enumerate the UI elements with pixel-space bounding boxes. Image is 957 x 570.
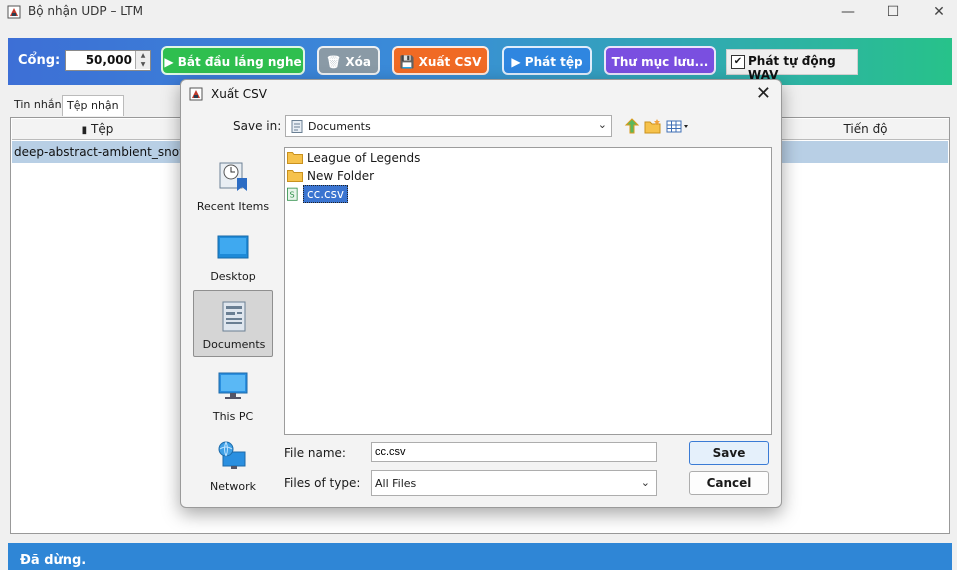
recent-items-icon: [219, 162, 247, 191]
title-bar: Bộ nhận UDP – LTM — ☐ ✕: [0, 0, 957, 24]
toolbar: Cổng: 50,000 ▲ ▼ ▶ Bắt đầu lắng nghe 🗑 X…: [8, 38, 952, 85]
checkbox-check-icon[interactable]: ✔: [731, 55, 745, 69]
play-file-button[interactable]: ▶ Phát tệp: [502, 46, 592, 75]
place-label: Network: [210, 480, 256, 493]
file-column-icon: ▮: [81, 125, 88, 136]
place-this-pc[interactable]: This PC: [193, 366, 273, 432]
list-item-selected[interactable]: S cc.csv: [287, 185, 348, 203]
maximize-button[interactable]: ☐: [878, 2, 908, 22]
spinner-up-button[interactable]: ▲: [135, 51, 150, 60]
autoplay-wav-label: Phát tự động WAV: [748, 54, 836, 82]
folder-icon: [287, 152, 303, 164]
clear-button[interactable]: 🗑 Xóa: [317, 46, 380, 75]
chevron-down-icon: ⌄: [640, 476, 650, 489]
place-label: Documents: [202, 338, 266, 351]
java-app-icon: [7, 5, 21, 19]
csv-file-icon: S: [287, 187, 298, 201]
place-recent-items[interactable]: Recent Items: [193, 156, 273, 222]
window-title: Bộ nhận UDP – LTM: [28, 4, 143, 18]
place-label: This PC: [212, 410, 254, 423]
tab-messages[interactable]: Tin nhắn: [10, 95, 66, 115]
column-header-progress[interactable]: Tiến độ: [781, 119, 949, 140]
chevron-down-icon: ⌄: [597, 118, 607, 131]
place-desktop[interactable]: Desktop: [193, 226, 273, 292]
up-one-level-icon[interactable]: [623, 118, 641, 134]
export-csv-button[interactable]: 💾 Xuất CSV: [392, 46, 489, 75]
list-item[interactable]: New Folder: [287, 167, 447, 185]
minimize-button[interactable]: —: [833, 2, 863, 22]
network-icon: [218, 441, 246, 469]
spinner-down-button[interactable]: ▼: [135, 60, 150, 69]
file-type-combobox[interactable]: All Files ⌄: [371, 470, 657, 496]
file-list[interactable]: League of Legends New Folder S cc.csv: [284, 147, 772, 435]
save-in-value: Documents: [308, 120, 371, 133]
start-listening-button[interactable]: ▶ Bắt đầu lắng nghe: [161, 46, 305, 75]
desktop-icon: [217, 235, 249, 259]
column-header-file-label: Tệp: [91, 122, 114, 136]
close-window-button[interactable]: ✕: [924, 2, 954, 22]
place-network[interactable]: Network: [193, 436, 273, 502]
folder-icon: [287, 170, 303, 182]
port-spinner[interactable]: 50,000 ▲ ▼: [65, 50, 151, 71]
file-name: cc.csv: [303, 185, 348, 203]
row-file-name: deep-abstract-ambient_snowc: [14, 145, 196, 159]
export-csv-dialog: Xuất CSV ✕ Save in: Documents ⌄ Recent I…: [180, 79, 782, 508]
status-text: Đã dừng.: [20, 553, 87, 568]
file-name: New Folder: [307, 169, 375, 183]
file-name-input[interactable]: [371, 442, 657, 462]
documents-small-icon: [291, 120, 303, 133]
save-in-combobox[interactable]: Documents ⌄: [285, 115, 612, 137]
dialog-close-icon[interactable]: ✕: [756, 83, 771, 104]
dialog-title: Xuất CSV: [211, 87, 267, 101]
file-type-value: All Files: [375, 477, 417, 490]
places-sidebar: Recent Items Desktop Documents This PC N…: [191, 147, 275, 502]
svg-text:S: S: [289, 189, 294, 199]
view-menu-icon[interactable]: [666, 118, 690, 134]
tab-received-files[interactable]: Tệp nhận: [62, 95, 124, 116]
file-name-label: File name:: [284, 446, 346, 460]
save-button[interactable]: Save: [689, 441, 769, 465]
save-folder-button[interactable]: Thư mục lưu...: [604, 46, 716, 75]
java-app-icon: [189, 87, 203, 101]
column-header-file[interactable]: ▮ Tệp: [12, 119, 183, 140]
this-pc-icon: [218, 372, 248, 399]
file-name: League of Legends: [307, 151, 421, 165]
documents-icon: [222, 301, 246, 332]
status-bar: Đã dừng.: [8, 543, 952, 570]
port-value[interactable]: 50,000: [86, 53, 132, 67]
place-label: Desktop: [210, 270, 256, 283]
new-folder-icon[interactable]: [644, 118, 662, 134]
port-label: Cổng:: [18, 53, 61, 68]
file-type-label: Files of type:: [284, 476, 361, 490]
cancel-button[interactable]: Cancel: [689, 471, 769, 495]
place-documents[interactable]: Documents: [193, 290, 273, 357]
list-item[interactable]: League of Legends: [287, 149, 447, 167]
place-label: Recent Items: [196, 200, 270, 213]
save-in-label: Save in:: [233, 119, 282, 133]
autoplay-wav-checkbox[interactable]: ✔ Phát tự động WAV: [726, 49, 858, 82]
